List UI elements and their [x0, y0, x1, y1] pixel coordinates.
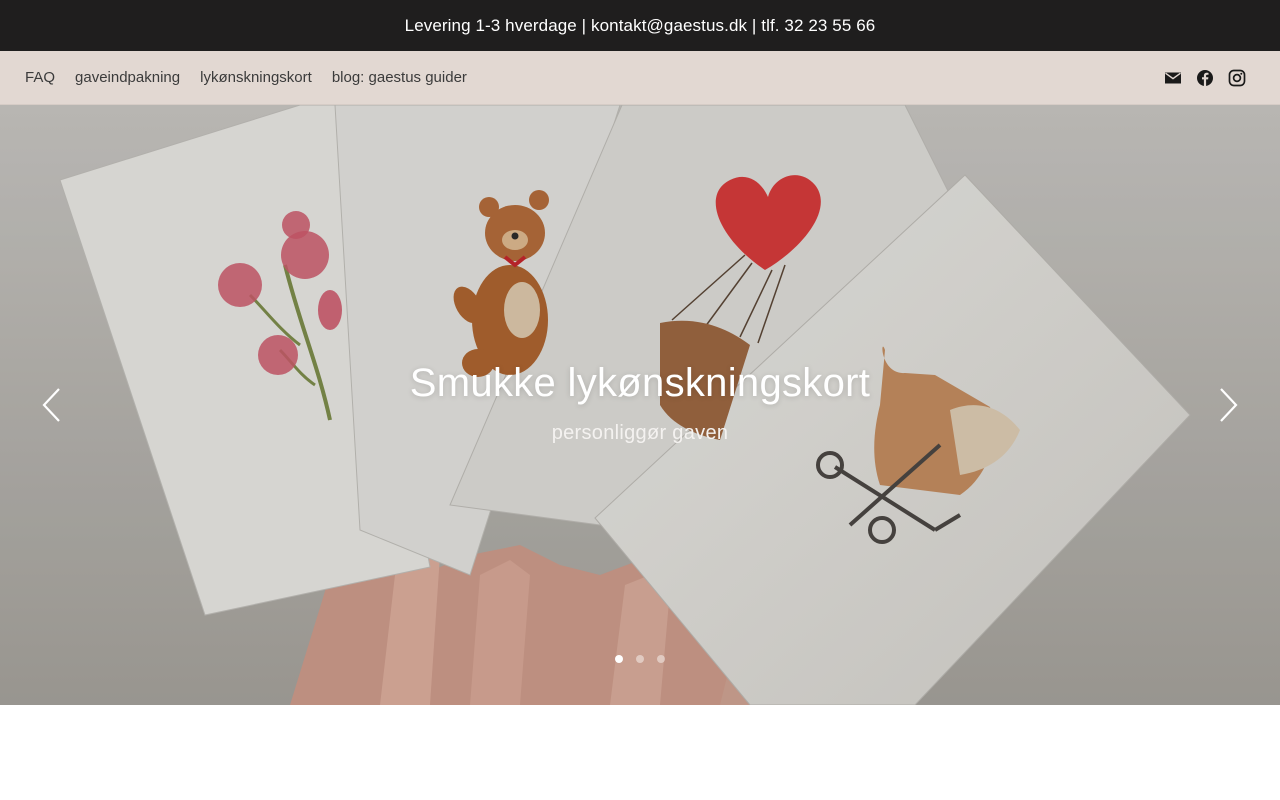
slide-prev-button[interactable] — [33, 387, 69, 423]
slide-indicators — [0, 655, 1280, 663]
nav-link-greeting-cards[interactable]: lykønskningskort — [200, 69, 312, 86]
slide-dot-1[interactable] — [615, 655, 623, 663]
nav-link-gift-wrapping[interactable]: gaveindpakning — [75, 69, 180, 86]
announcement-text: Levering 1-3 hverdage | kontakt@gaestus.… — [404, 15, 876, 35]
hero-slideshow: Smukke lykønskningskort personliggør gav… — [0, 105, 1280, 705]
hero-title: Smukke lykønskningskort — [409, 361, 871, 405]
hero-caption: Smukke lykønskningskort personliggør gav… — [0, 361, 1280, 445]
nav-link-faq[interactable]: FAQ — [25, 69, 55, 86]
slide-next-button[interactable] — [1211, 387, 1247, 423]
chevron-right-icon — [1220, 388, 1238, 422]
nav-links: FAQ gaveindpakning lykønskningskort blog… — [25, 69, 467, 86]
nav-link-blog[interactable]: blog: gaestus guider — [332, 69, 467, 86]
social-icons — [1164, 69, 1255, 87]
instagram-icon[interactable] — [1228, 69, 1246, 87]
mail-icon[interactable] — [1164, 69, 1182, 87]
slide-dot-2[interactable] — [636, 655, 644, 663]
chevron-left-icon — [42, 388, 60, 422]
hero-subtitle: personliggør gaven — [551, 422, 729, 444]
main-nav: FAQ gaveindpakning lykønskningskort blog… — [0, 51, 1280, 105]
slide-dot-3[interactable] — [657, 655, 665, 663]
facebook-icon[interactable] — [1196, 69, 1214, 87]
announcement-bar: Levering 1-3 hverdage | kontakt@gaestus.… — [0, 0, 1280, 51]
